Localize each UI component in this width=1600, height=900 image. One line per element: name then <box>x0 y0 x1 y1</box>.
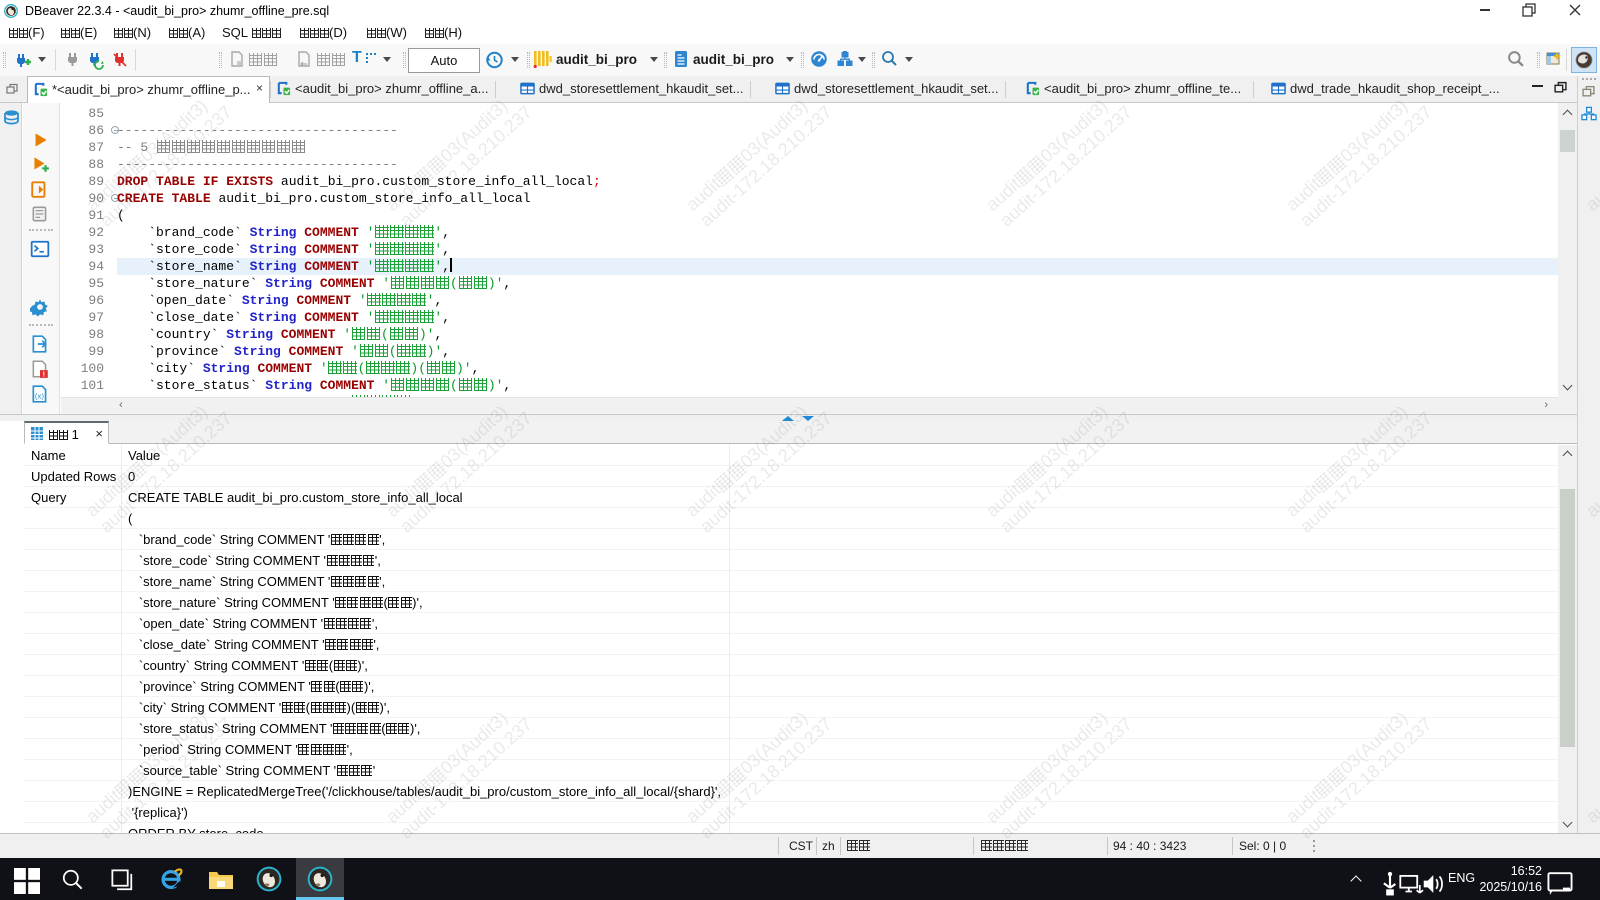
svg-text:(x): (x) <box>35 391 44 400</box>
svg-text:!: ! <box>43 370 45 379</box>
